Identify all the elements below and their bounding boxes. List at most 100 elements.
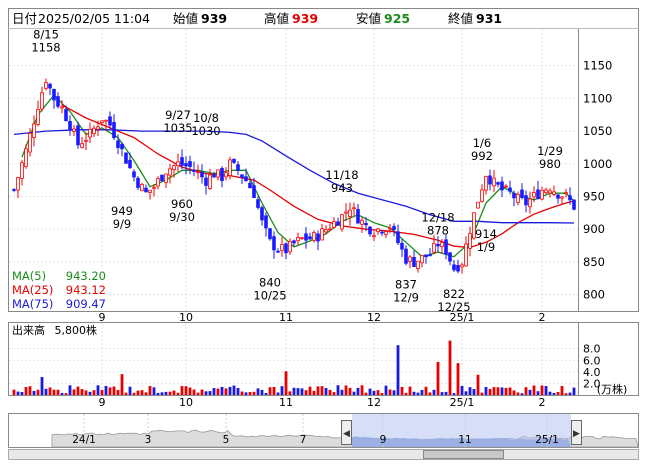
candle-body	[196, 171, 200, 174]
volume-bar	[536, 391, 540, 395]
candle-body	[48, 83, 52, 89]
volume-x-tick-label: 11	[279, 396, 293, 409]
volume-x-tick-label: 12	[367, 396, 381, 409]
candle-body	[16, 177, 20, 191]
candle-body	[108, 116, 112, 126]
x-tick-label: 11	[279, 311, 293, 324]
price-annotation: 9141/9	[475, 227, 497, 254]
candle-body	[348, 209, 352, 217]
price-annotation: 10/81030	[191, 111, 220, 138]
volume-x-ticks: 9 10 11 12 25/1 2	[99, 396, 546, 409]
candle-body	[216, 169, 220, 178]
volume-bar	[20, 392, 24, 395]
volume-bar	[164, 391, 168, 395]
price-tick-label: 1050	[583, 124, 612, 138]
price-annotation: 9499/9	[111, 204, 133, 231]
volume-bar	[176, 392, 180, 395]
annotation-price: 980	[539, 157, 561, 171]
volume-bar	[268, 387, 272, 395]
volume-bar	[424, 386, 428, 395]
navigator-scrollbar-thumb[interactable]	[423, 450, 504, 459]
volume-bar	[188, 387, 192, 395]
candle-body	[376, 228, 380, 233]
navigator-right-handle[interactable]: ▶	[571, 420, 582, 445]
candle-body	[352, 207, 356, 210]
volume-bar	[440, 392, 444, 395]
candle-body	[496, 182, 500, 185]
volume-bar	[112, 386, 116, 395]
annotation-date: 10/8	[193, 111, 219, 125]
volume-bar	[132, 392, 136, 395]
candle-body	[452, 264, 456, 271]
candle-body	[88, 128, 92, 138]
candle-body	[500, 181, 504, 191]
annotation-date: 1/9	[477, 240, 496, 254]
candle-body	[572, 199, 576, 210]
price-tick-label: 950	[583, 189, 605, 203]
navigator-scrollbar-track[interactable]	[8, 449, 639, 460]
candle-body	[20, 162, 24, 179]
candle-body	[308, 236, 312, 240]
x-tick-label: 12	[367, 311, 381, 324]
candle-body	[380, 231, 384, 234]
volume-bar	[492, 387, 496, 395]
candle-body	[320, 228, 324, 241]
candle-body	[332, 221, 336, 228]
candle-body	[188, 161, 192, 167]
candle-body	[408, 256, 412, 262]
candle-body	[64, 109, 68, 122]
low-label: 安値	[356, 11, 381, 26]
candle-body	[164, 173, 168, 183]
price-tick-label: 1100	[583, 91, 612, 105]
candle-body	[476, 201, 480, 209]
candle-body	[392, 226, 396, 230]
high-value: 939	[292, 11, 318, 26]
volume-bar	[228, 386, 232, 395]
annotation-price: 960	[171, 197, 193, 211]
volume-bar	[216, 388, 220, 395]
volume-bar	[512, 390, 516, 395]
volume-bar	[204, 391, 208, 395]
volume-bar	[256, 388, 260, 395]
candle-body	[560, 196, 564, 199]
candle-body	[232, 158, 236, 163]
candle-body	[384, 231, 388, 235]
volume-bar	[404, 392, 408, 395]
annotation-price: 949	[111, 204, 133, 218]
volume-bar	[384, 385, 388, 395]
volume-bar	[344, 385, 348, 395]
volume-bar	[200, 389, 204, 395]
low-value: 925	[384, 11, 410, 26]
volume-bar	[552, 392, 556, 395]
annotation-price: 1035	[163, 121, 192, 135]
candle-body	[528, 198, 532, 208]
ma-legend-label: MA(5)	[12, 269, 46, 283]
volume-bar	[292, 387, 296, 395]
volume-bar	[120, 374, 124, 395]
candle-body	[292, 240, 296, 244]
volume-bar	[160, 392, 164, 395]
annotation-date: 9/9	[113, 217, 132, 231]
volume-bar	[504, 387, 508, 395]
volume-bar	[444, 391, 448, 395]
volume-bar	[496, 387, 500, 395]
volume-value: 5,800株	[55, 323, 98, 337]
candle-body	[564, 192, 568, 194]
left-arrow-icon: ◀	[343, 429, 350, 439]
candle-body	[440, 242, 444, 248]
candle-body	[412, 256, 416, 267]
candle-body	[244, 176, 248, 182]
price-tick-label: 800	[583, 288, 605, 302]
volume-bar	[500, 387, 504, 395]
volume-bar	[304, 390, 308, 395]
volume-bar	[396, 345, 400, 395]
candle-body	[148, 189, 152, 193]
volume-bar	[532, 385, 536, 395]
navigator-left-handle[interactable]: ◀	[341, 420, 352, 445]
candle-body	[552, 191, 556, 195]
candle-body	[120, 143, 124, 150]
volume-x-tick-label: 25/1	[450, 396, 475, 409]
candle-body	[444, 239, 448, 255]
volume-bar	[156, 392, 160, 395]
volume-bar	[464, 391, 468, 395]
